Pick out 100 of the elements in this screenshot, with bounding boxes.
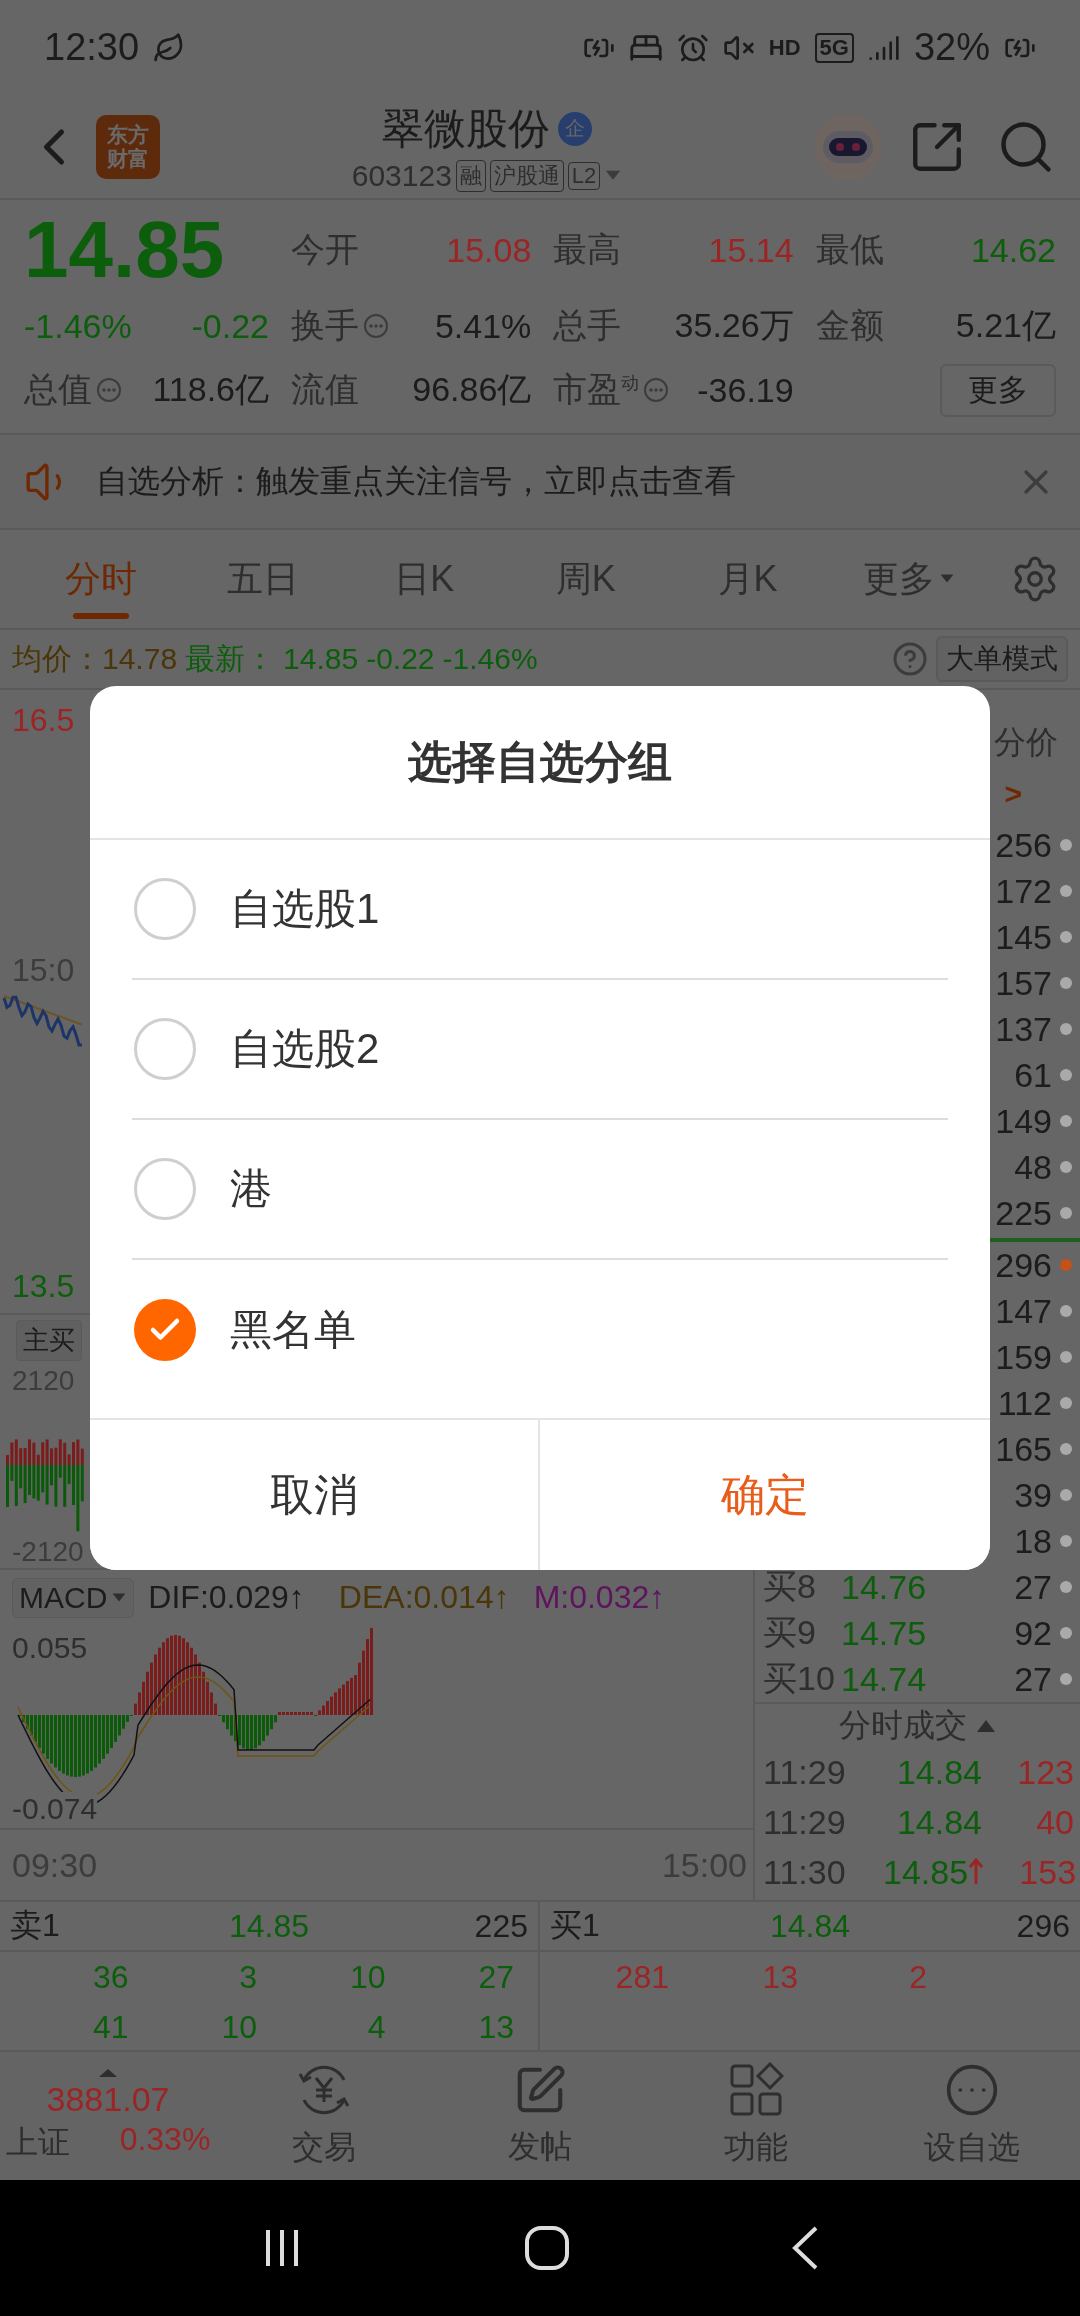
clock-time: 12:30 — [44, 26, 140, 69]
order-size: 10 — [348, 1958, 386, 1996]
trade-volume: 123 — [1016, 1752, 1074, 1792]
trade-time: 11:30 — [763, 1852, 847, 1892]
order-quantity: 39 — [1013, 1475, 1052, 1515]
ask-price: 14.85 — [227, 1907, 311, 1945]
latest-price: 14.85 — [283, 642, 359, 676]
order-size: 2 — [908, 1958, 927, 1996]
home-icon[interactable] — [524, 2225, 570, 2271]
more-icon — [944, 2062, 1000, 2118]
trade-price: 14.84 — [895, 1752, 983, 1792]
stat-value: 15.14 — [708, 230, 794, 270]
back-icon[interactable] — [790, 2225, 820, 2271]
stock-tag: 沪股通 — [489, 159, 564, 192]
trade-price: 14.84 — [895, 1802, 983, 1842]
chart-tab[interactable]: 月K — [666, 529, 829, 629]
axis-label: 13.5 — [12, 1268, 75, 1305]
order-price: 14.75 — [841, 1613, 928, 1653]
option-label[interactable]: 黑名单 — [230, 1302, 356, 1358]
info-icon[interactable] — [96, 377, 122, 403]
dea-value: DEA:0.014↑ — [338, 1579, 510, 1616]
index-change: 0.33% — [119, 2120, 211, 2159]
help-icon[interactable] — [892, 641, 928, 677]
bid-quantity: 296 — [1015, 1907, 1070, 1945]
option-label[interactable]: 自选股1 — [230, 881, 380, 937]
stat-value: 96.86亿 — [412, 369, 532, 410]
stat-label: 金额 — [815, 305, 884, 346]
caret-down-icon — [939, 573, 956, 585]
order-quantity: 137 — [994, 1009, 1052, 1049]
order-quantity: 157 — [994, 963, 1052, 1003]
order-quantity: 147 — [994, 1291, 1052, 1331]
hd-label: HD — [768, 34, 801, 61]
cancel-button[interactable]: 取消 — [90, 1420, 540, 1570]
mode-button[interactable]: 大单模式 — [936, 636, 1068, 682]
stat-value: 15.08 — [446, 230, 532, 270]
chart-tab[interactable]: 更多 — [828, 529, 991, 629]
order-quantity: 145 — [994, 917, 1052, 957]
notice-text[interactable]: 自选分析：触发重点关注信号，立即点击查看 — [96, 459, 994, 504]
current-price: 14.85 — [24, 204, 226, 296]
bid-label: 买1 — [550, 1906, 601, 1945]
trades-header[interactable]: 分时成交 — [838, 1703, 967, 1748]
trade-volume: 40 — [1035, 1802, 1074, 1842]
stat-value: 5.21亿 — [955, 305, 1056, 346]
stock-code: 603123 — [351, 158, 452, 193]
trade-volume: 153 — [1018, 1852, 1077, 1892]
latest-change-percent: -1.46% — [442, 642, 538, 676]
order-price: 14.74 — [841, 1659, 928, 1699]
stat-value: 14.62 — [970, 230, 1056, 270]
stat-label: 市盈$^{动}$ — [553, 367, 670, 413]
change-percent: -1.46% — [24, 306, 132, 346]
caret-down-icon — [604, 169, 623, 182]
order-size: 10 — [220, 2008, 257, 2046]
order-quantity: 48 — [1013, 1147, 1052, 1187]
chart-tab[interactable]: 分时 — [20, 529, 182, 629]
dialog-title: 选择自选分组 — [408, 735, 672, 788]
more-link[interactable]: > — [1004, 776, 1022, 811]
more-button[interactable]: 更多 — [940, 363, 1056, 417]
stat-label: 总手 — [553, 305, 622, 346]
order-size: 4 — [366, 2008, 386, 2046]
network-label: 5G — [814, 32, 854, 63]
index-value[interactable]: 3881.07 — [46, 2079, 170, 2119]
apps-grid-icon — [728, 2062, 784, 2118]
option-label[interactable]: 自选股2 — [230, 1021, 380, 1077]
order-size: 36 — [91, 1958, 129, 1996]
order-size: 13 — [477, 2008, 514, 2046]
flow-tag[interactable]: 主买 — [16, 1319, 82, 1361]
trade-time: 11:29 — [763, 1802, 847, 1842]
order-quantity: 27 — [1013, 1567, 1052, 1607]
order-quantity: 18 — [1013, 1521, 1052, 1561]
average-price: 均价：14.78 — [12, 640, 178, 677]
order-quantity: 112 — [996, 1383, 1052, 1423]
order-size: 41 — [91, 2008, 129, 2046]
indicator-select[interactable]: MACD — [12, 1577, 135, 1618]
option-label[interactable]: 港 — [230, 1161, 272, 1217]
chart-tab[interactable]: 日K — [343, 529, 505, 629]
order-quantity: 172 — [994, 871, 1052, 911]
stat-value: 5.41% — [434, 306, 532, 346]
caret-up-icon — [98, 2067, 118, 2078]
dif-value: DIF:0.029↑ — [148, 1579, 305, 1616]
stat-label: 流值 — [291, 369, 359, 410]
order-quantity: 296 — [994, 1245, 1052, 1285]
enterprise-badge: 企 — [558, 111, 592, 146]
stock-tag: L2 — [567, 161, 601, 190]
chart-tab[interactable]: 周K — [505, 529, 667, 629]
order-level-label: 买9 — [763, 1612, 817, 1653]
latest-change: -0.22 — [366, 642, 435, 676]
info-icon[interactable] — [363, 313, 389, 339]
stat-value: 35.26万 — [674, 305, 794, 346]
chart-tab[interactable]: 五日 — [181, 529, 344, 629]
stat-label: 总值 — [24, 367, 122, 413]
order-quantity: 61 — [1013, 1055, 1052, 1095]
latest-label: 最新： — [185, 640, 276, 677]
order-price: 14.76 — [841, 1567, 928, 1607]
change-amount: -0.22 — [191, 306, 269, 346]
caret-down-icon — [111, 1591, 128, 1604]
stat-label: 最高 — [553, 229, 622, 270]
order-size: 27 — [477, 1958, 514, 1996]
info-icon[interactable] — [643, 377, 670, 403]
stat-label: 今开 — [291, 229, 359, 270]
app-logo: 东方 财富 — [96, 114, 160, 179]
